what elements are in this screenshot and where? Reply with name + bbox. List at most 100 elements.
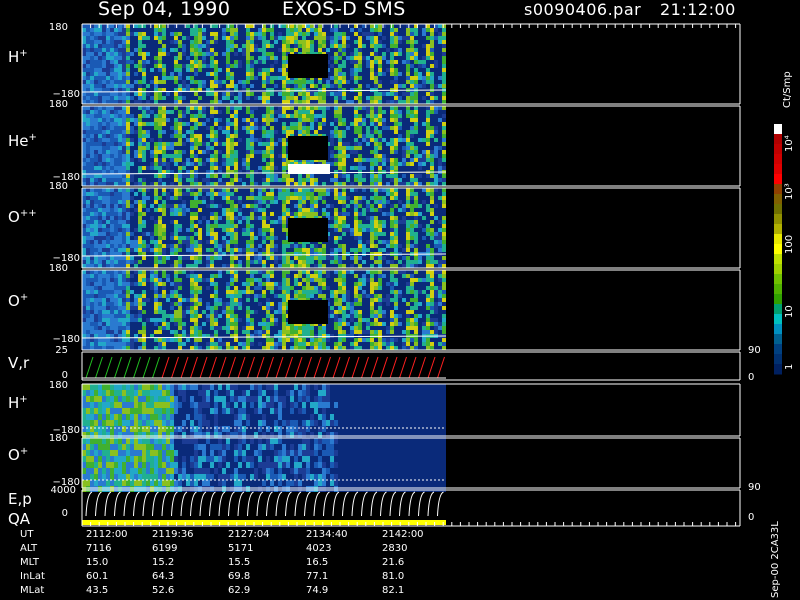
table-cell: 7116: [86, 543, 112, 554]
colorbar-tick: 10³: [784, 183, 795, 200]
rtick-bottom: 0: [748, 512, 755, 523]
colorbar-tick: 1: [784, 363, 795, 370]
colorbar-tick: 10: [784, 305, 795, 318]
ytick-top: 4000: [50, 485, 76, 496]
ep-curve: [332, 491, 340, 517]
data-gap: [288, 218, 328, 242]
colorbar-swatch: [774, 214, 782, 225]
colorbar-swatch: [774, 154, 782, 165]
ep-curve: [304, 491, 311, 517]
table-cell: 2127:04: [228, 529, 270, 540]
table-row-label: UT: [20, 529, 34, 540]
ep-curve: [114, 491, 121, 517]
panel-label-o-plus-plus: O++: [8, 208, 37, 226]
ep-curve: [342, 491, 349, 517]
vr-sawtooth: [332, 356, 341, 379]
vr-sawtooth: [370, 356, 379, 379]
colorbar-swatch: [774, 284, 782, 295]
ep-curve: [351, 491, 359, 517]
colorbar-swatch: [774, 144, 782, 155]
footer-note: Sep-00 2CA33L: [770, 521, 781, 598]
ytick-bottom: 0: [61, 508, 68, 519]
ep-curve: [408, 491, 416, 517]
ep-curve: [380, 491, 387, 517]
colorbar-swatch: [774, 234, 782, 245]
colorbar-swatch: [774, 194, 782, 205]
ytick-top: 180: [48, 380, 68, 391]
rtick-top: 90: [748, 345, 761, 356]
ep-curve: [133, 491, 140, 517]
data-gap: [288, 300, 328, 324]
vr-sawtooth: [342, 356, 350, 379]
vr-sawtooth: [294, 356, 303, 379]
ep-curve: [95, 491, 102, 517]
vr-sawtooth: [361, 356, 369, 379]
ep-curve: [123, 491, 131, 517]
vr-sawtooth: [266, 356, 274, 379]
table-cell: 52.6: [152, 585, 175, 596]
vr-sawtooth: [351, 356, 360, 379]
colorbar-swatch: [774, 204, 782, 215]
table-cell: 2142:00: [382, 529, 424, 540]
ep-curve: [152, 491, 159, 517]
vr-sawtooth: [218, 356, 227, 379]
table-row-label: ALT: [20, 543, 38, 554]
ep-curve: [313, 491, 321, 517]
colorbar-swatch: [774, 244, 782, 255]
colorbar-swatch: [774, 334, 782, 345]
vr-sawtooth: [427, 356, 436, 379]
table-cell: 5171: [228, 543, 254, 554]
ep-curve: [199, 491, 207, 517]
table-cell: 2134:40: [306, 529, 348, 540]
ep-curve: [427, 491, 435, 517]
vr-sawtooth: [389, 356, 398, 379]
vr-sawtooth: [275, 356, 284, 379]
rtick-bottom: 0: [748, 372, 755, 383]
ep-curve: [361, 491, 368, 517]
vr-sawtooth: [256, 356, 265, 379]
table-cell: 15.0: [86, 557, 109, 568]
colorbar-swatch: [774, 304, 782, 315]
vr-sawtooth: [209, 356, 217, 379]
vr-sawtooth: [152, 356, 160, 379]
vr-sawtooth: [95, 356, 103, 379]
ep-curve: [142, 491, 150, 517]
vr-sawtooth: [304, 356, 312, 379]
table-cell: 15.2: [152, 557, 175, 568]
colorbar-swatch: [774, 344, 782, 355]
colorbar-tick: 100: [784, 234, 795, 254]
panel-label-vr: V,r: [8, 354, 30, 372]
ytick-top: 180: [48, 433, 68, 444]
ep-curve: [180, 491, 188, 517]
ep-curve: [275, 491, 283, 517]
ep-curve: [370, 491, 378, 517]
vr-sawtooth: [104, 356, 113, 379]
ytick-bottom: −180: [52, 334, 80, 345]
table-cell: 2119:36: [152, 529, 194, 540]
vr-sawtooth: [237, 356, 246, 379]
colorbar-swatch: [774, 224, 782, 235]
ep-curve: [323, 491, 330, 517]
table-cell: 62.9: [228, 585, 251, 596]
colorbar-swatch: [774, 134, 782, 145]
ep-curve: [285, 491, 292, 517]
colorbar-swatch: [774, 254, 782, 265]
ep-curve: [418, 491, 425, 517]
ytick-top: 180: [48, 22, 68, 33]
table-cell: 81.0: [382, 571, 405, 582]
vr-sawtooth: [133, 356, 141, 379]
saturation-block: [288, 164, 330, 174]
spectrogram-panel-low-1: [82, 438, 446, 492]
ep-curve: [104, 491, 112, 517]
colorbar-swatch: [774, 264, 782, 275]
vr-sawtooth: [228, 356, 236, 379]
ep-curve: [228, 491, 235, 517]
data-gap: [288, 54, 328, 78]
colorbar-swatch: [774, 124, 782, 135]
colorbar-swatch: [774, 164, 782, 175]
colorbar-swatch: [774, 184, 782, 195]
panel-label-qa: QA: [8, 510, 31, 528]
colorbar-swatch: [774, 364, 782, 375]
table-cell: 4023: [306, 543, 332, 554]
colorbar-swatch: [774, 294, 782, 305]
